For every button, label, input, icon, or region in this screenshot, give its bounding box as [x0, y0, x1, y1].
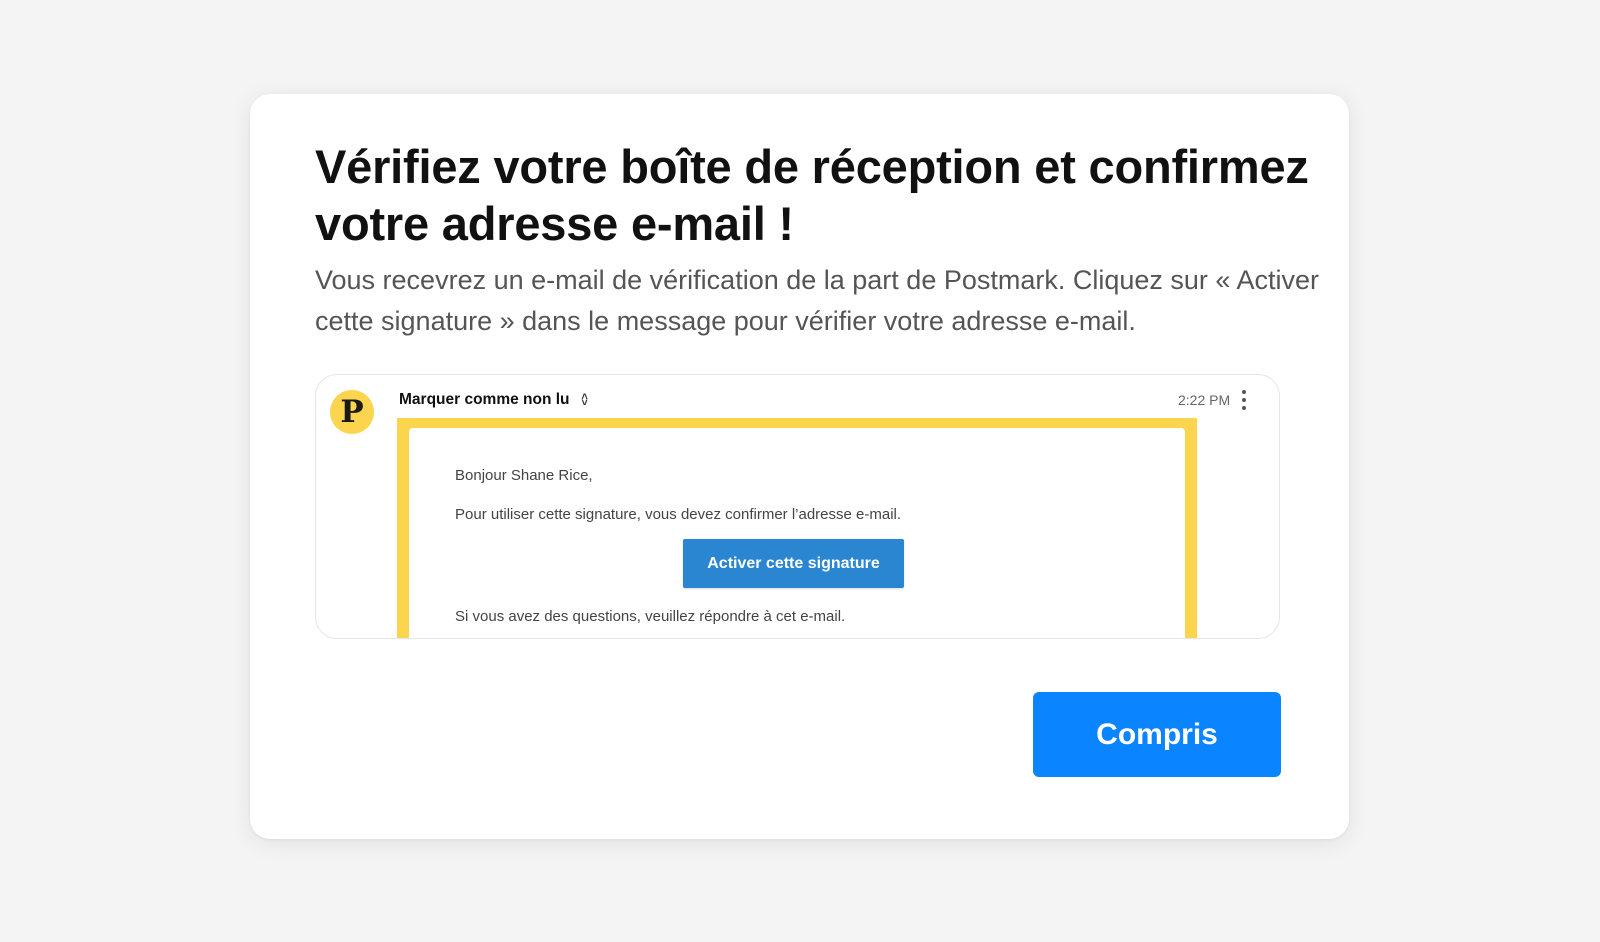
email-body: Bonjour Shane Rice, Pour utiliser cette … — [409, 428, 1185, 638]
mark-unread-action: Marquer comme non lu ˄ ˅ — [399, 391, 590, 409]
activate-signature-button: Activer cette signature — [683, 539, 904, 588]
email-questions: Si vous avez des questions, veuillez rép… — [455, 608, 846, 625]
dialog-title: Vérifiez votre boîte de réception et con… — [315, 140, 1309, 250]
sender-avatar: P — [330, 390, 374, 434]
email-greeting: Bonjour Shane Rice, — [455, 467, 593, 484]
dialog-subtitle: Vous recevrez un e-mail de vérification … — [315, 265, 1319, 336]
email-instructions: Pour utiliser cette signature, vous deve… — [455, 506, 902, 523]
mark-unread-label: Marquer comme non lu — [399, 391, 570, 408]
verification-dialog: Vérifiez votre boîte de réception et con… — [250, 94, 1349, 839]
email-preview-image: P Marquer comme non lu ˄ ˅ 2:22 PM Bonjou… — [315, 374, 1280, 639]
compris-button[interactable]: Compris — [1033, 692, 1281, 777]
email-time: 2:22 PM — [1178, 392, 1231, 408]
highlight-frame: Bonjour Shane Rice, Pour utiliser cette … — [397, 418, 1197, 638]
vertical-ellipsis-icon — [1241, 390, 1247, 410]
up-down-chevron-icon: ˄ ˅ — [581, 391, 588, 409]
